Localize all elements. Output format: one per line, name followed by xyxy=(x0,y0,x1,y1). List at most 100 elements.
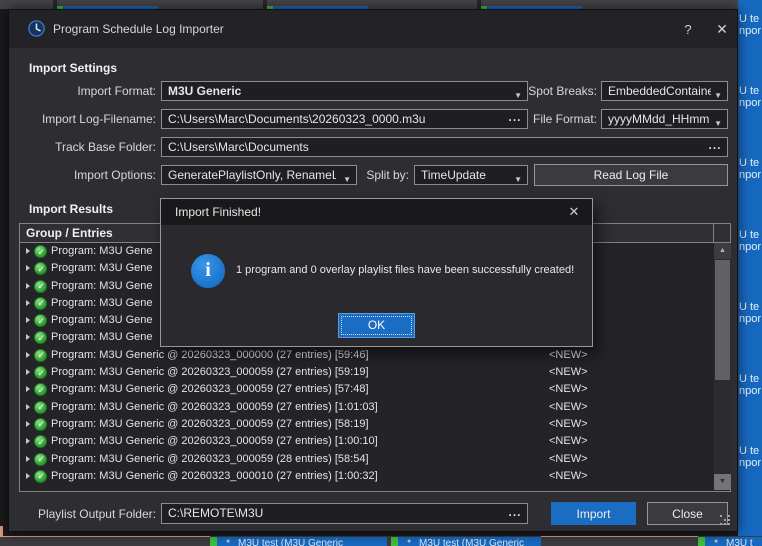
info-icon: i xyxy=(191,254,225,288)
chevron-down-icon: ▼ xyxy=(514,171,522,185)
expand-arrow-icon[interactable] xyxy=(26,300,30,306)
results-scrollbar[interactable]: ▲ ▼ xyxy=(714,243,731,490)
success-check-icon xyxy=(34,470,47,483)
import-results-header: Import Results xyxy=(29,202,113,216)
success-check-icon xyxy=(34,401,47,414)
table-row[interactable]: Program: M3U Generic @ 20260323_000010 (… xyxy=(21,468,714,485)
playlist-output-folder-input[interactable]: C:\REMOTE\M3U ... xyxy=(161,503,528,524)
background-schedule-cell: ●M3U t xyxy=(698,537,762,546)
import-options-select[interactable]: GeneratePlaylistOnly, RenameLo... ▼ xyxy=(161,165,357,185)
background-salmon-line xyxy=(541,536,698,537)
chevron-down-icon: ▼ xyxy=(343,171,351,185)
row-label: Program: M3U Gene xyxy=(51,280,152,292)
row-label: Program: M3U Generic @ 20260323_000059 (… xyxy=(51,366,369,378)
row-label: Program: M3U Generic @ 20260323_000059 (… xyxy=(51,401,378,413)
expand-arrow-icon[interactable] xyxy=(26,404,30,410)
expand-arrow-icon[interactable] xyxy=(26,438,30,444)
background-window-text: U tenpor xyxy=(739,229,762,253)
table-row[interactable]: Program: M3U Generic @ 20260323_000059 (… xyxy=(21,433,714,450)
modal-title: Import Finished! xyxy=(175,205,261,219)
spot-breaks-select[interactable]: EmbeddedContainer ▼ xyxy=(601,81,728,101)
row-status: <NEW> xyxy=(549,366,588,378)
table-row[interactable]: Program: M3U Generic @ 20260323_000000 (… xyxy=(21,347,714,364)
expand-arrow-icon[interactable] xyxy=(26,265,30,271)
help-button[interactable]: ? xyxy=(677,20,699,39)
import-options-label: Import Options: xyxy=(19,168,156,182)
row-label: Program: M3U Gene xyxy=(51,297,152,309)
background-bottom-strip: ●M3U test (M3U Generic●M3U test (M3U Gen… xyxy=(0,536,762,546)
table-row[interactable]: Program: M3U Generic @ 20260323_000059 (… xyxy=(21,416,714,433)
background-salmon-line xyxy=(0,536,210,537)
success-check-icon xyxy=(34,418,47,431)
scroll-down-icon[interactable]: ▼ xyxy=(714,474,731,490)
table-row[interactable]: Program: M3U Generic @ 20260323_000059 (… xyxy=(21,399,714,416)
chevron-down-icon: ▼ xyxy=(714,115,722,129)
table-row[interactable]: Program: M3U Generic @ 20260323_000059 (… xyxy=(21,364,714,381)
browse-button[interactable]: ... xyxy=(707,139,723,155)
success-check-icon xyxy=(34,453,47,466)
table-row[interactable]: Program: M3U Generic @ 20260323_000059 (… xyxy=(21,451,714,468)
row-status: <NEW> xyxy=(549,470,588,482)
expand-arrow-icon[interactable] xyxy=(26,369,30,375)
background-schedule-cell: ●M3U test (M3U Generic xyxy=(210,537,387,546)
success-check-icon xyxy=(34,280,47,293)
row-label: Program: M3U Gene xyxy=(51,262,152,274)
expand-arrow-icon[interactable] xyxy=(26,283,30,289)
success-check-icon xyxy=(34,245,47,258)
row-status: <NEW> xyxy=(549,453,588,465)
success-check-icon xyxy=(34,349,47,362)
table-row[interactable]: Program: M3U Generic @ 20260323_000059 (… xyxy=(21,381,714,398)
row-label: Program: M3U Generic @ 20260323_000000 (… xyxy=(51,349,369,361)
import-log-filename-input[interactable]: C:\Users\Marc\Documents\20260323_0000.m3… xyxy=(161,109,528,129)
ok-button[interactable]: OK xyxy=(338,313,415,338)
row-status: <NEW> xyxy=(549,349,588,361)
column-divider xyxy=(713,224,714,242)
app-clock-icon xyxy=(28,20,45,37)
import-settings-header: Import Settings xyxy=(29,61,117,75)
file-format-select[interactable]: yyyyMMdd_HHmm ▼ xyxy=(601,109,728,129)
row-label: Program: M3U Gene xyxy=(51,331,152,343)
expand-arrow-icon[interactable] xyxy=(26,248,30,254)
scrollbar-thumb[interactable] xyxy=(715,260,730,380)
row-label: Program: M3U Generic @ 20260323_000059 (… xyxy=(51,383,369,395)
scroll-up-icon[interactable]: ▲ xyxy=(714,243,731,259)
expand-arrow-icon[interactable] xyxy=(26,317,30,323)
success-check-icon xyxy=(34,435,47,448)
expand-arrow-icon[interactable] xyxy=(26,456,30,462)
window-titlebar[interactable]: Program Schedule Log Importer ? ✕ xyxy=(9,10,737,48)
expand-arrow-icon[interactable] xyxy=(26,334,30,340)
window-close-button[interactable]: ✕ xyxy=(711,20,733,39)
success-check-icon xyxy=(34,297,47,310)
playlist-output-folder-label: Playlist Output Folder: xyxy=(19,507,156,521)
success-check-icon xyxy=(34,383,47,396)
row-label: Program: M3U Generic @ 20260323_000059 (… xyxy=(51,453,369,465)
spot-breaks-label: Spot Breaks: xyxy=(479,84,597,98)
modal-message: 1 program and 0 overlay playlist files h… xyxy=(236,264,574,276)
background-window-text: U tenpor xyxy=(739,445,762,469)
chevron-down-icon: ▼ xyxy=(714,87,722,101)
background-window-text: U tenpor xyxy=(739,157,762,181)
row-status: <NEW> xyxy=(549,418,588,430)
split-by-select[interactable]: TimeUpdate ▼ xyxy=(414,165,528,185)
track-base-folder-input[interactable]: C:\Users\Marc\Documents ... xyxy=(161,137,728,157)
read-log-file-button[interactable]: Read Log File xyxy=(534,164,728,186)
import-button[interactable]: Import xyxy=(551,502,636,525)
resize-grip[interactable] xyxy=(720,515,732,527)
row-label: Program: M3U Gene xyxy=(51,314,152,326)
split-by-label: Split by: xyxy=(359,168,409,182)
expand-arrow-icon[interactable] xyxy=(26,473,30,479)
close-button[interactable]: Close xyxy=(647,502,728,525)
modal-close-button[interactable]: ✕ xyxy=(564,203,584,221)
background-right-strip: U tenporU tenporU tenporU tenporU tenpor… xyxy=(738,0,762,546)
track-base-folder-label: Track Base Folder: xyxy=(19,140,156,154)
expand-arrow-icon[interactable] xyxy=(26,386,30,392)
browse-button[interactable]: ... xyxy=(507,506,523,522)
row-label: Program: M3U Gene xyxy=(51,245,152,257)
row-label: Program: M3U Generic @ 20260323_000010 (… xyxy=(51,470,378,482)
group-entries-column-header[interactable]: Group / Entries xyxy=(26,226,113,240)
import-format-select[interactable]: M3U Generic ▼ xyxy=(161,81,528,101)
expand-arrow-icon[interactable] xyxy=(26,421,30,427)
expand-arrow-icon[interactable] xyxy=(26,352,30,358)
import-finished-dialog: Import Finished! ✕ i 1 program and 0 ove… xyxy=(160,198,593,347)
modal-titlebar[interactable]: Import Finished! ✕ xyxy=(161,199,592,225)
